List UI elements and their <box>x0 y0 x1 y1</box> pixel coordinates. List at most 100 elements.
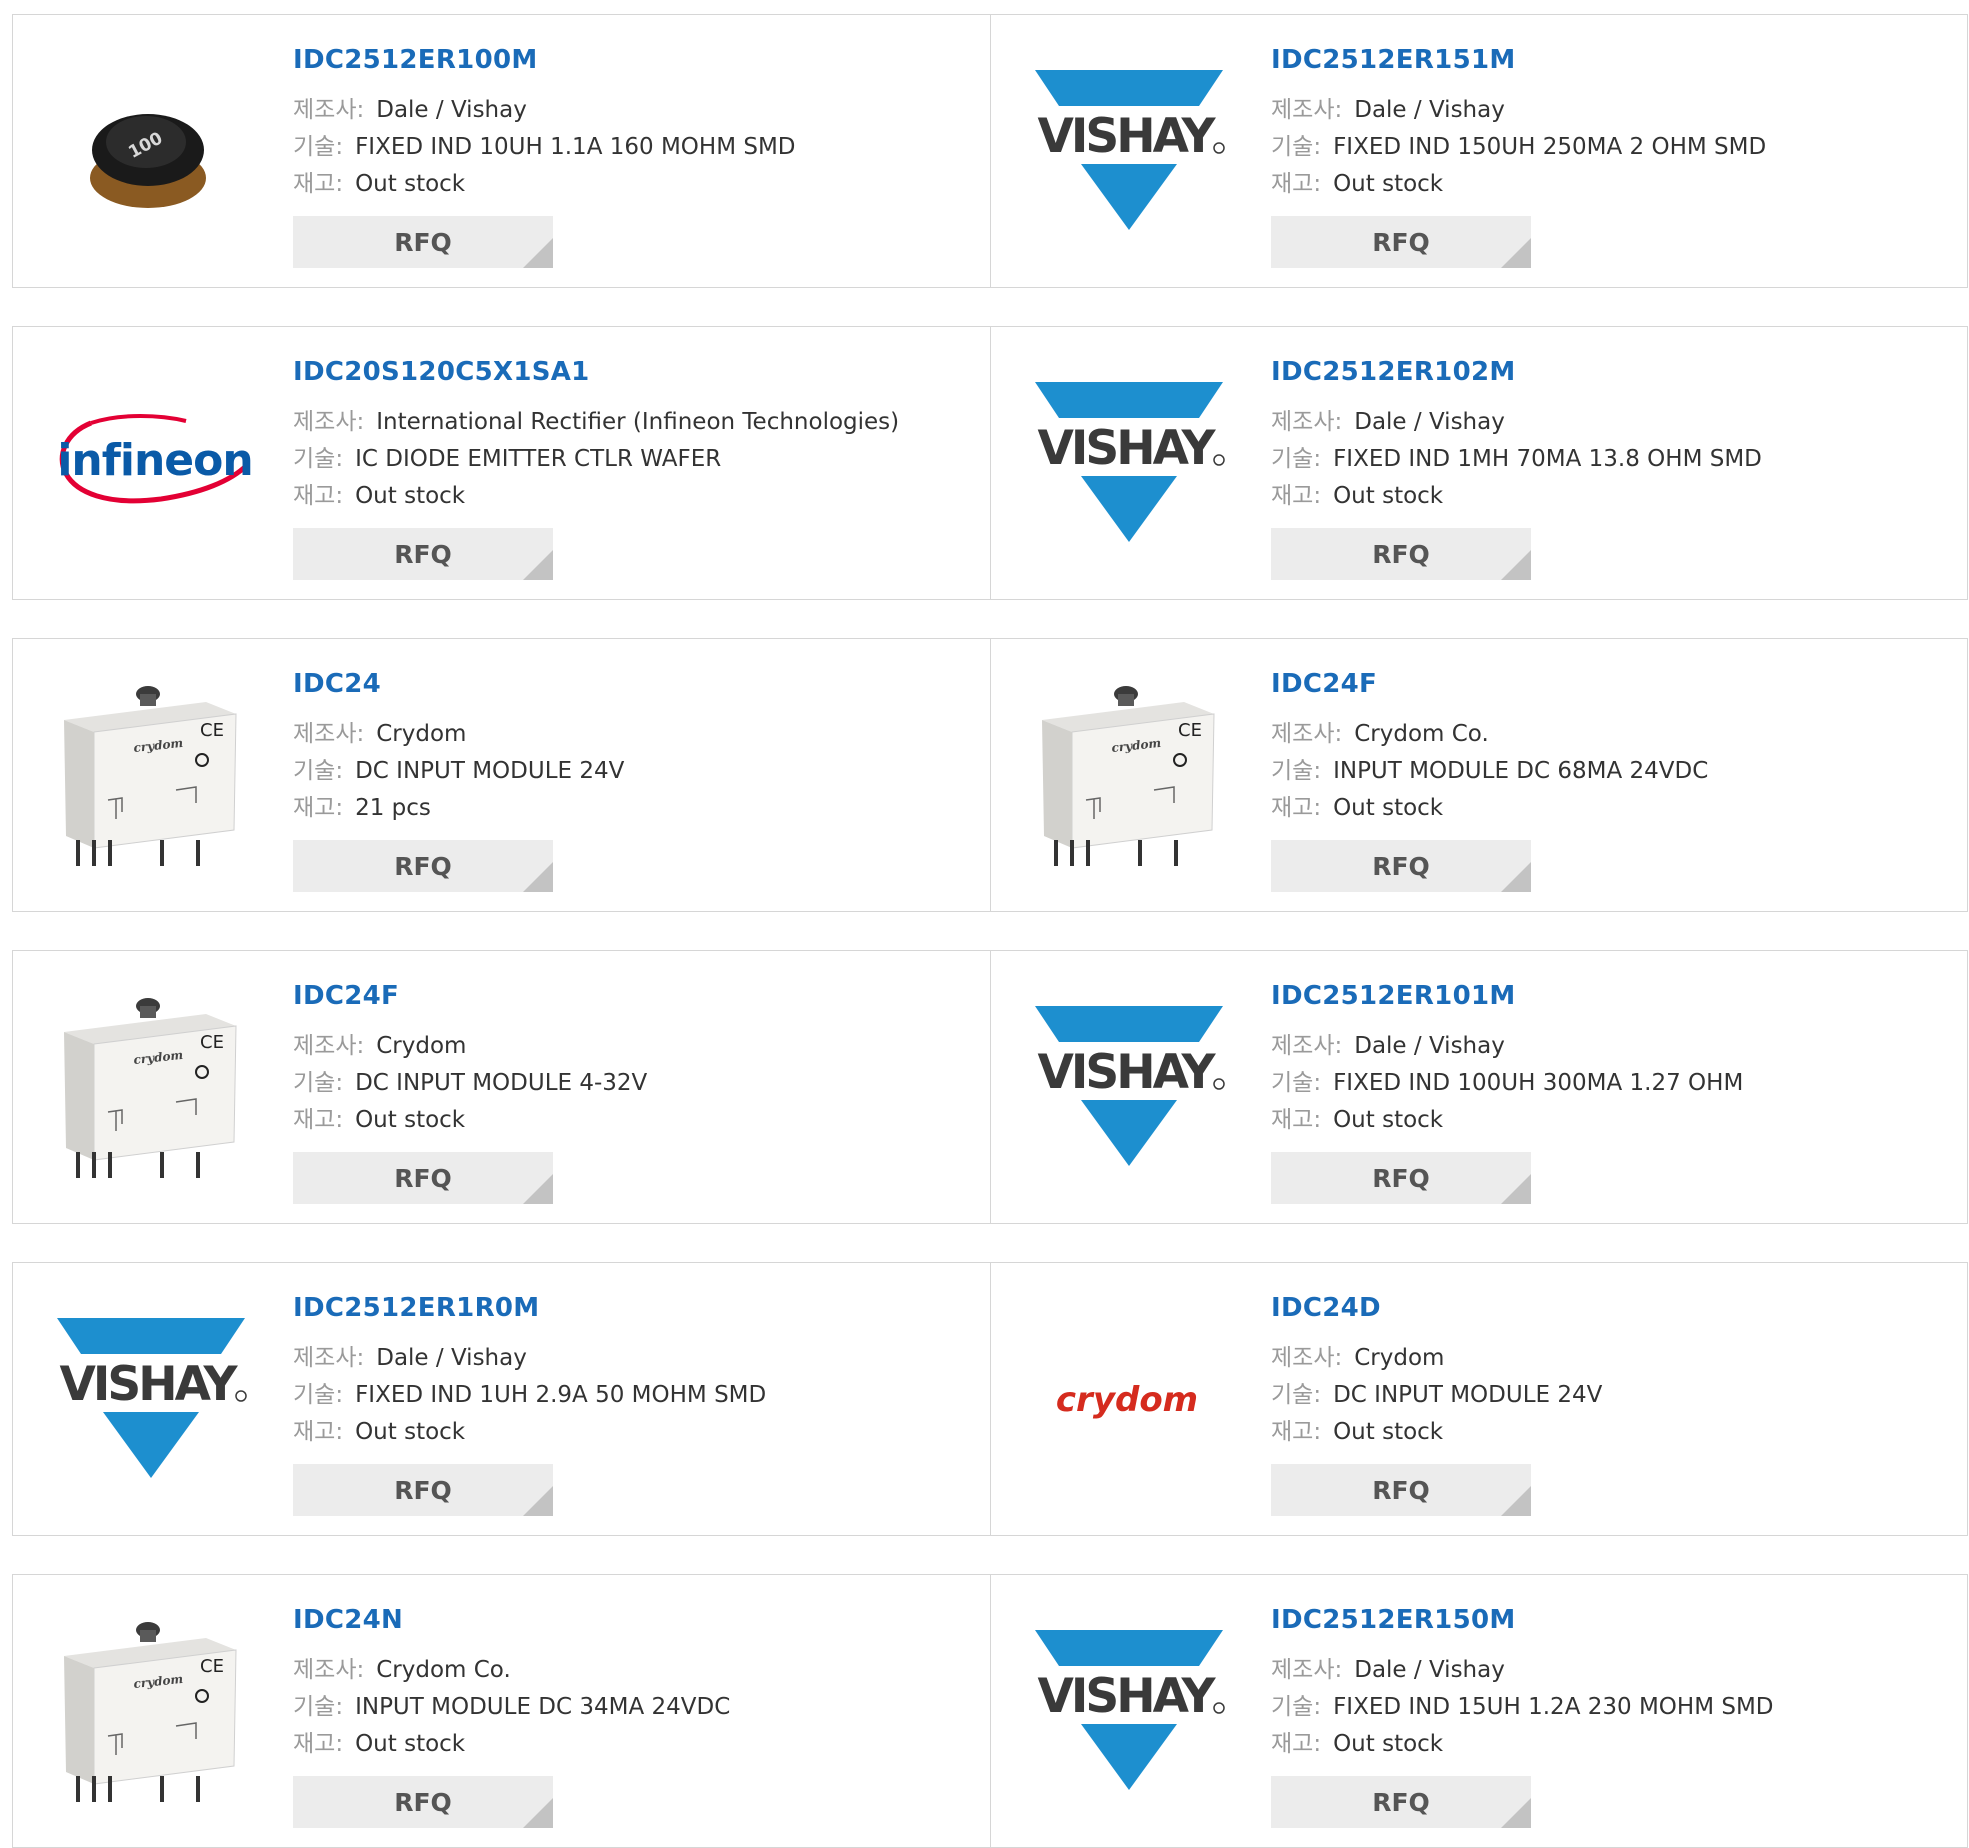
rfq-button[interactable]: RFQ <box>293 216 553 268</box>
description-line: 기술: IC DIODE EMITTER CTLR WAFER <box>293 444 721 474</box>
stock-value: Out stock <box>1333 795 1444 821</box>
description-value: FIXED IND 100UH 300MA 1.27 OHM <box>1333 1070 1744 1096</box>
part-number-link[interactable]: IDC24D <box>1271 1293 1381 1323</box>
product-thumbnail[interactable]: VISHAY <box>1029 987 1229 1187</box>
manufacturer-line: 제조사: Dale / Vishay <box>1271 1031 1505 1061</box>
part-number-link[interactable]: IDC2512ER151M <box>1271 45 1516 75</box>
product-thumbnail[interactable]: crydom CE <box>51 987 251 1187</box>
product-card: 100 IDC2512ER100M 제조사: Dale / Vishay 기술: F… <box>13 15 990 287</box>
description-label: 기술: <box>293 134 344 160</box>
stock-label: 재고: <box>1271 171 1322 197</box>
manufacturer-line: 제조사: Dale / Vishay <box>293 1343 527 1373</box>
stock-line: 재고: 21 pcs <box>293 793 431 823</box>
description-value: DC INPUT MODULE 24V <box>355 758 625 784</box>
part-number-link[interactable]: IDC24N <box>293 1605 403 1635</box>
part-number-link[interactable]: IDC2512ER150M <box>1271 1605 1516 1635</box>
part-number-link[interactable]: IDC24F <box>293 981 399 1011</box>
part-number-link[interactable]: IDC2512ER102M <box>1271 357 1516 387</box>
rfq-button[interactable]: RFQ <box>1271 216 1531 268</box>
part-number-link[interactable]: IDC24 <box>293 669 381 699</box>
description-line: 기술: FIXED IND 150UH 250MA 2 OHM SMD <box>1271 132 1766 162</box>
stock-line: 재고: Out stock <box>1271 1729 1443 1759</box>
product-card: VISHAY IDC2512ER101M 제조사: Dale / Vishay 기… <box>990 951 1967 1223</box>
rfq-button[interactable]: RFQ <box>1271 1776 1531 1828</box>
product-thumbnail[interactable]: 100 <box>51 51 251 251</box>
description-label: 기술: <box>293 1070 344 1096</box>
product-card: crydom CE IDC24 제조사: Crydom 기술: DC INPUT MO… <box>13 639 990 911</box>
product-thumbnail[interactable]: crydom CE <box>1029 675 1229 875</box>
part-number-link[interactable]: IDC2512ER100M <box>293 45 538 75</box>
description-line: 기술: DC INPUT MODULE 24V <box>1271 1380 1602 1410</box>
product-thumbnail[interactable]: VISHAY <box>1029 1611 1229 1811</box>
vishay-logo-icon: VISHAY <box>1035 1630 1225 1790</box>
crydom-module-icon: crydomCE <box>64 998 237 1178</box>
product-thumbnail[interactable]: infineon <box>51 363 251 563</box>
manufacturer-value: Crydom <box>376 1033 467 1059</box>
stock-line: 재고: Out stock <box>1271 1105 1443 1135</box>
product-thumbnail[interactable]: VISHAY <box>1029 51 1229 251</box>
description-label: 기술: <box>293 1694 344 1720</box>
manufacturer-label: 제조사: <box>1271 97 1343 123</box>
manufacturer-line: 제조사: International Rectifier (Infineon Te… <box>293 407 899 437</box>
rfq-button[interactable]: RFQ <box>293 840 553 892</box>
rfq-button[interactable]: RFQ <box>1271 1152 1531 1204</box>
stock-label: 재고: <box>293 483 344 509</box>
rfq-button[interactable]: RFQ <box>1271 528 1531 580</box>
svg-text:CE: CE <box>200 1656 224 1677</box>
product-thumbnail[interactable]: VISHAY <box>1029 363 1229 563</box>
stock-label: 재고: <box>293 171 344 197</box>
description-line: 기술: FIXED IND 1MH 70MA 13.8 OHM SMD <box>1271 444 1762 474</box>
rfq-button[interactable]: RFQ <box>293 528 553 580</box>
part-number-link[interactable]: IDC24F <box>1271 669 1377 699</box>
manufacturer-label: 제조사: <box>1271 409 1343 435</box>
manufacturer-line: 제조사: Dale / Vishay <box>1271 1655 1505 1685</box>
rfq-button[interactable]: RFQ <box>1271 1464 1531 1516</box>
description-line: 기술: DC INPUT MODULE 4-32V <box>293 1068 647 1098</box>
manufacturer-line: 제조사: Crydom <box>293 719 466 749</box>
vishay-logo-icon: VISHAY <box>1035 70 1225 230</box>
stock-value: 21 pcs <box>355 795 431 821</box>
product-card: crydom CE IDC24F 제조사: Crydom 기술: DC INPUT M… <box>13 951 990 1223</box>
product-thumbnail[interactable]: crydom <box>1029 1299 1229 1499</box>
manufacturer-value: Dale / Vishay <box>1354 1033 1505 1059</box>
description-value: FIXED IND 150UH 250MA 2 OHM SMD <box>1333 134 1767 160</box>
svg-text:CE: CE <box>1178 720 1202 741</box>
svg-text:VISHAY: VISHAY <box>60 1357 239 1412</box>
svg-text:VISHAY: VISHAY <box>1038 421 1217 476</box>
stock-line: 재고: Out stock <box>293 481 465 511</box>
manufacturer-label: 제조사: <box>1271 721 1343 747</box>
product-row: VISHAY IDC2512ER1R0M 제조사: Dale / Vishay 기… <box>12 1262 1968 1536</box>
description-label: 기술: <box>293 1382 344 1408</box>
stock-value: Out stock <box>1333 1731 1444 1757</box>
rfq-button[interactable]: RFQ <box>293 1152 553 1204</box>
part-number-link[interactable]: IDC20S120C5X1SA1 <box>293 357 590 387</box>
rfq-button[interactable]: RFQ <box>1271 840 1531 892</box>
stock-value: Out stock <box>355 1419 466 1445</box>
rfq-button[interactable]: RFQ <box>293 1464 553 1516</box>
description-label: 기술: <box>1271 1070 1322 1096</box>
product-thumbnail[interactable]: crydom CE <box>51 1611 251 1811</box>
stock-line: 재고: Out stock <box>293 169 465 199</box>
stock-label: 재고: <box>1271 795 1322 821</box>
svg-text:CE: CE <box>200 1032 224 1053</box>
manufacturer-line: 제조사: Dale / Vishay <box>1271 407 1505 437</box>
part-number-link[interactable]: IDC2512ER1R0M <box>293 1293 539 1323</box>
part-number-link[interactable]: IDC2512ER101M <box>1271 981 1516 1011</box>
stock-label: 재고: <box>1271 1419 1322 1445</box>
stock-line: 재고: Out stock <box>1271 793 1443 823</box>
stock-line: 재고: Out stock <box>1271 481 1443 511</box>
rfq-button[interactable]: RFQ <box>293 1776 553 1828</box>
description-label: 기술: <box>293 446 344 472</box>
description-label: 기술: <box>1271 758 1322 784</box>
product-row: infineon IDC20S120C5X1SA1 제조사: Internatio… <box>12 326 1968 600</box>
product-card: infineon IDC20S120C5X1SA1 제조사: Internatio… <box>13 327 990 599</box>
description-label: 기술: <box>1271 1382 1322 1408</box>
stock-label: 재고: <box>293 795 344 821</box>
product-row: crydom CE IDC24N 제조사: Crydom Co. 기술: INPUT … <box>12 1574 1968 1848</box>
description-label: 기술: <box>1271 1694 1322 1720</box>
product-thumbnail[interactable]: crydom CE <box>51 675 251 875</box>
product-thumbnail[interactable]: VISHAY <box>51 1299 251 1499</box>
crydom-logo-icon: crydom <box>1056 1380 1198 1420</box>
stock-line: 재고: Out stock <box>293 1417 465 1447</box>
manufacturer-label: 제조사: <box>1271 1345 1343 1371</box>
